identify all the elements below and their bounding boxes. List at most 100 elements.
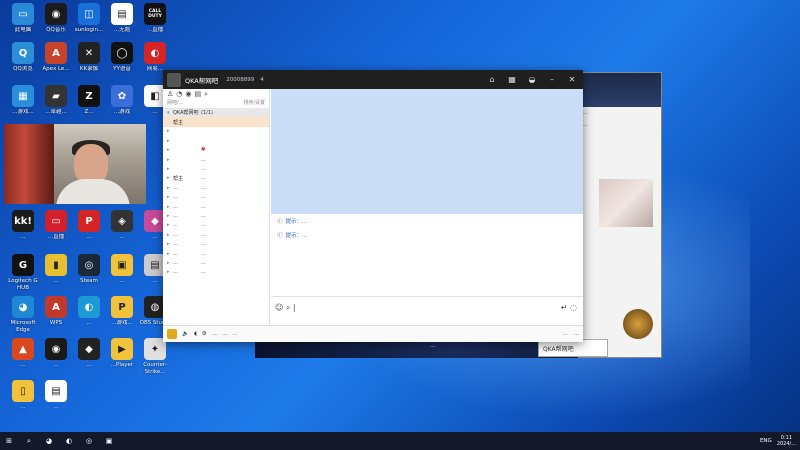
channel-name: ... xyxy=(173,184,178,191)
list-icon[interactable]: ▤ xyxy=(195,90,202,98)
user-icon[interactable]: ♙ xyxy=(167,90,173,98)
steam-icon[interactable]: ◎ xyxy=(84,436,94,446)
highlight-row[interactable]: 帮主 xyxy=(163,117,269,127)
bottom-item[interactable]: ... xyxy=(232,331,237,337)
group-header[interactable]: ▾ QKA帮网吧 (1/1) xyxy=(163,108,269,118)
desktop-icon-image: ✿ xyxy=(111,85,133,107)
desktop-icon-image: ▯ xyxy=(12,380,34,402)
gamepad-icon[interactable]: ◒ xyxy=(525,73,539,87)
desktop-icon-image: ▭ xyxy=(45,210,67,232)
avatar[interactable] xyxy=(167,72,181,87)
desktop-icon[interactable]: ◐ 网易... xyxy=(135,42,175,73)
grid-icon[interactable]: ▦ xyxy=(505,73,519,87)
desktop-icon-image: ▮ xyxy=(45,254,67,276)
channel-status: ... xyxy=(201,212,206,219)
chat-icon[interactable]: ◔ xyxy=(176,90,182,98)
info-icon: ⓘ xyxy=(277,219,283,225)
settings-icon[interactable]: ⚙ xyxy=(202,331,207,337)
background-window-header xyxy=(579,73,661,107)
sidebar-channel-row[interactable]: ▸...... xyxy=(163,221,269,230)
sidebar-channel-row[interactable]: ▸ 帮主... xyxy=(163,174,269,183)
bottom-item[interactable]: ... xyxy=(222,331,227,337)
background-window-badge xyxy=(623,309,653,339)
desktop-icon-image: ◫ xyxy=(78,3,100,25)
sidebar-channel-row[interactable]: ▸...... xyxy=(163,183,269,192)
desktop-icon[interactable]: ✦ Counter-Strike... xyxy=(135,338,175,375)
bottom-item[interactable]: ... xyxy=(212,331,217,337)
chat-window-tab-title: QKA帮网吧 xyxy=(543,346,574,353)
sidebar-channel-row[interactable]: ▸... xyxy=(163,155,269,164)
desktop-icon-image: ▣ xyxy=(111,254,133,276)
channel-status: ... xyxy=(201,203,206,210)
sidebar-channel-row[interactable]: ▸...... xyxy=(163,258,269,267)
chevron-right-icon: ▸ xyxy=(167,147,170,154)
desktop-icon[interactable]: CALL DUTY ...直播 xyxy=(135,3,175,34)
sidebar-channel-row[interactable]: ▸...... xyxy=(163,249,269,258)
volume-icon[interactable]: 🔈 xyxy=(182,331,189,337)
system-tray: ENG 0:11 2024/... xyxy=(760,435,796,447)
bottom-right-item[interactable]: ... xyxy=(563,331,568,337)
bottom-right-item[interactable]: ... xyxy=(574,331,579,337)
chevron-right-icon: ▸ xyxy=(167,128,170,135)
minimize-icon[interactable]: – xyxy=(545,73,559,87)
desktop-icon-image: P xyxy=(78,210,100,232)
location-icon[interactable]: ◉ xyxy=(185,90,191,98)
bottom-toolbar: 🔈 ◖ ⚙ ... ... ... ... ... xyxy=(163,325,583,342)
chevron-right-icon: ▸ xyxy=(167,166,170,173)
system-message: ⓘ 提示：... xyxy=(277,219,308,225)
member-count: 4 xyxy=(260,76,264,83)
desktop-icon-image: ▦ xyxy=(12,85,34,107)
background-window-photo xyxy=(599,179,653,227)
title-bar: QKA帮网吧 20008899 4 ⌂ ▦ ◒ – ✕ xyxy=(163,70,583,89)
home-icon[interactable]: ⌂ xyxy=(485,73,499,87)
sidebar-channel-row[interactable]: ▸...... xyxy=(163,193,269,202)
chrome-icon[interactable]: ◕ xyxy=(44,436,54,446)
background-chat-window[interactable]: ... ... xyxy=(578,72,662,358)
sidebar-channel-row[interactable]: ▸ xyxy=(163,136,269,145)
mic-icon[interactable]: ◖ xyxy=(194,331,197,337)
message-input[interactable]: ☺ ⌕ | ↵ ◌ xyxy=(271,296,583,325)
desktop-icon-image: ◯ xyxy=(111,42,133,64)
channel-id: 20008899 xyxy=(226,76,255,83)
chevron-right-icon: ▸ xyxy=(167,137,170,144)
sidebar-toolbar: ♙ ◔ ◉ ▤ ⌕ xyxy=(163,89,269,99)
sidebar-channel-row[interactable]: ▸...... xyxy=(163,268,269,277)
desktop-icon-image: ▤ xyxy=(45,380,67,402)
sidebar-channel-row[interactable]: ▸...... xyxy=(163,211,269,220)
sidebar-search[interactable]: 网吧/... 排序/设置 xyxy=(163,99,269,108)
video-area[interactable] xyxy=(271,89,583,214)
sidebar-channel-row[interactable]: ▸...... xyxy=(163,239,269,248)
windows-start-icon[interactable]: ⊞ xyxy=(4,436,14,446)
close-icon[interactable]: ✕ xyxy=(565,73,579,87)
desktop-icon[interactable]: ▤... xyxy=(36,380,76,411)
app-logo-icon xyxy=(167,329,177,339)
desktop-icon-image: ◈ xyxy=(111,210,133,232)
sort-settings[interactable]: 排序/设置 xyxy=(243,99,265,108)
edge-icon[interactable]: ◐ xyxy=(64,436,74,446)
sidebar-channel-row[interactable]: ▸ xyxy=(163,127,269,136)
taskbar: ⊞ ⌕ ◕ ◐ ◎ ▣ ENG 0:11 2024/... xyxy=(0,432,800,450)
sidebar-channel-row[interactable]: ▸ ♥ xyxy=(163,146,269,155)
channel-name: ... xyxy=(173,203,178,210)
search-placeholder: 网吧/... xyxy=(167,100,184,106)
send-icon[interactable]: ↵ ◌ xyxy=(561,303,577,312)
channel-status: ♥ xyxy=(201,147,206,154)
sidebar-channel-row[interactable]: ▸...... xyxy=(163,202,269,211)
sidebar-channel-row[interactable]: ▸... xyxy=(163,164,269,173)
emoji-icon[interactable]: ☺ ⌕ | xyxy=(275,303,296,313)
clock[interactable]: 0:11 2024/... xyxy=(777,435,796,447)
desktop-icon-label: Counter-Strike... xyxy=(143,362,167,375)
desktop-icon-image: Q xyxy=(12,42,34,64)
tray-lang[interactable]: ENG xyxy=(760,438,772,444)
channel-status: ... xyxy=(201,222,206,229)
channel-status: ... xyxy=(201,194,206,201)
group-name: QKA帮网吧 xyxy=(173,110,199,117)
webcam-person-body xyxy=(56,179,130,204)
channel-name: ... xyxy=(173,241,178,248)
sidebar-channel-row[interactable]: ▸...... xyxy=(163,230,269,239)
desktop-icon-label: ...直播 xyxy=(146,27,164,33)
search-icon[interactable]: ⌕ xyxy=(204,90,208,98)
app-icon[interactable]: ▣ xyxy=(104,436,114,446)
search-icon[interactable]: ⌕ xyxy=(24,436,34,446)
desktop-icon-image: ◉ xyxy=(45,3,67,25)
